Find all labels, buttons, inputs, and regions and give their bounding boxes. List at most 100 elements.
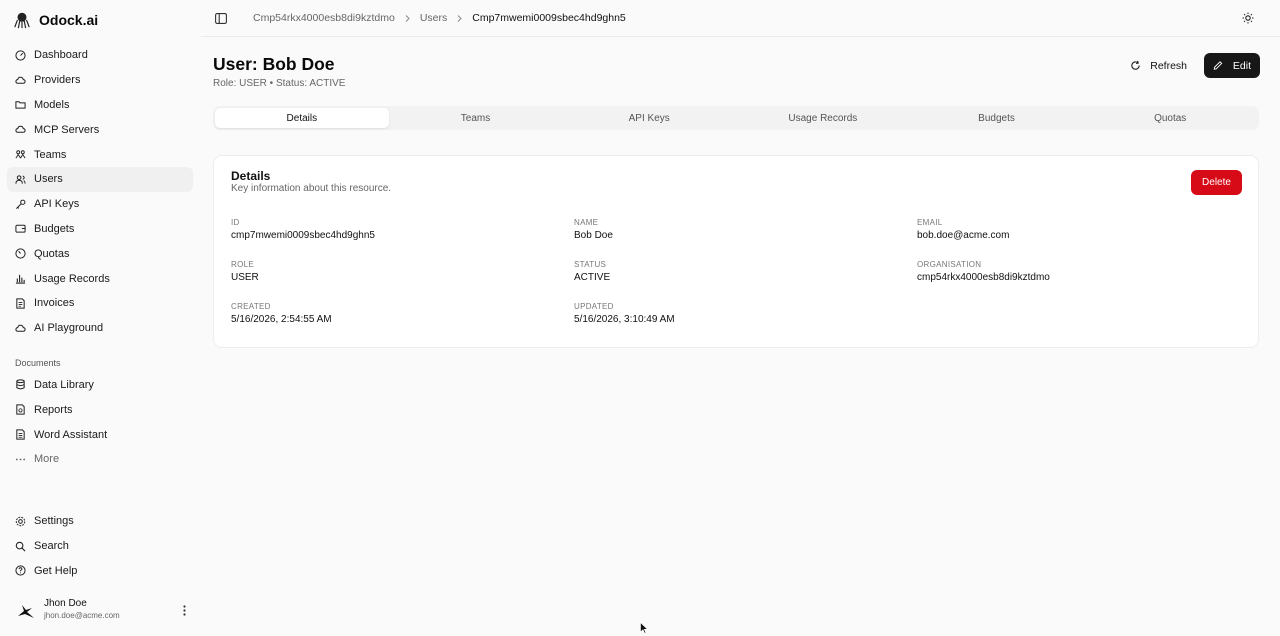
header-actions: Refresh Edit [1121, 53, 1260, 78]
tab-usage-records[interactable]: Usage Records [736, 108, 910, 128]
sidebar-item-label: Users [34, 173, 63, 186]
documents-nav: Data Library Reports Word Assistant More [0, 371, 200, 472]
field-value: 5/16/2026, 3:10:49 AM [574, 314, 675, 325]
page-title: User: Bob Doe [213, 54, 335, 74]
field-value: Bob Doe [574, 230, 613, 241]
sidebar-item-label: Providers [34, 74, 81, 87]
sidebar-item-label: Word Assistant [34, 428, 108, 441]
breadcrumb-current: Cmp7mwemi0009sbec4hd9ghn5 [472, 12, 626, 24]
sidebar-item-reports[interactable]: Reports [7, 397, 193, 422]
sidebar-item-invoices[interactable]: Invoices [7, 291, 193, 316]
field-organisation: ORGANISATION cmp54rkx4000esb8di9kztdmo [917, 260, 1050, 283]
field-label: STATUS [574, 260, 607, 269]
sidebar-item-label: Reports [34, 403, 73, 416]
field-label: ROLE [231, 260, 254, 269]
breadcrumb-org[interactable]: Cmp54rkx4000esb8di9kztdmo [253, 12, 395, 24]
sidebar-item-label: API Keys [34, 198, 80, 211]
delete-button[interactable]: Delete [1191, 170, 1242, 195]
user-email: jhon.doe@acme.com [44, 611, 120, 620]
field-value: ACTIVE [574, 272, 611, 283]
card-description: Key information about this resource. [231, 183, 392, 194]
sidebar-item-quotas[interactable]: Quotas [7, 241, 193, 266]
more-icon [15, 458, 26, 461]
sidebar-item-label: Usage Records [34, 272, 110, 285]
sidebar-item-usage-records[interactable]: Usage Records [7, 266, 193, 291]
field-id: ID cmp7mwemi0009sbec4hd9ghn5 [231, 218, 375, 241]
brand[interactable]: Odock.ai [0, 0, 200, 40]
refresh-button[interactable]: Refresh [1121, 53, 1196, 78]
sidebar-item-label: Settings [34, 515, 74, 528]
dashboard-icon [15, 50, 26, 61]
users-icon [15, 175, 26, 184]
playground-icon [15, 324, 26, 332]
sidebar-item-users[interactable]: Users [7, 166, 193, 192]
sidebar-item-settings[interactable]: Settings [7, 509, 193, 534]
breadcrumb: Cmp54rkx4000esb8di9kztdmo Users Cmp7mwem… [253, 12, 626, 24]
sidebar-item-api-keys[interactable]: API Keys [7, 192, 193, 217]
field-status: STATUS ACTIVE [574, 260, 610, 283]
tab-details[interactable]: Details [215, 108, 389, 128]
field-label: NAME [574, 218, 599, 227]
sidebar-item-teams[interactable]: Teams [7, 142, 193, 167]
field-name: NAME Bob Doe [574, 218, 613, 241]
mouse-cursor-icon [640, 622, 648, 634]
sidebar-item-word-assistant[interactable]: Word Assistant [7, 422, 193, 447]
user-menu[interactable]: Jhon Doe jhon.doe@acme.com [0, 594, 200, 626]
sidebar-item-dashboard[interactable]: Dashboard [7, 43, 193, 68]
sidebar-item-label: Search [34, 540, 69, 553]
sidebar-toggle-icon[interactable] [214, 11, 228, 25]
sidebar-item-label: Data Library [34, 378, 94, 391]
tab-bar: Details Teams API Keys Usage Records Bud… [213, 106, 1259, 130]
field-label: EMAIL [917, 218, 943, 227]
page-subtitle: Role: USER • Status: ACTIVE [213, 78, 346, 89]
tab-quotas[interactable]: Quotas [1083, 108, 1257, 128]
field-created: CREATED 5/16/2026, 2:54:55 AM [231, 302, 332, 325]
gear-icon [15, 516, 26, 527]
bar-chart-icon [15, 274, 26, 284]
brand-name: Odock.ai [39, 12, 99, 28]
pencil-icon [1213, 61, 1223, 70]
field-value: USER [231, 272, 259, 283]
sidebar-item-label: Invoices [34, 297, 75, 310]
report-icon [16, 404, 25, 415]
sidebar-item-label: Models [34, 98, 70, 111]
user-info: Jhon Doe jhon.doe@acme.com [44, 598, 120, 622]
sidebar-item-label: Quotas [34, 247, 70, 260]
field-label: ORGANISATION [917, 260, 982, 269]
main-content: Cmp54rkx4000esb8di9kztdmo Users Cmp7mwem… [201, 0, 1280, 636]
sidebar-item-models[interactable]: Models [7, 93, 193, 118]
sidebar-item-label: Dashboard [34, 49, 88, 62]
field-value: 5/16/2026, 2:54:55 AM [231, 314, 332, 325]
server-icon [15, 126, 26, 134]
sidebar-item-providers[interactable]: Providers [7, 68, 193, 93]
sidebar-item-label: Get Help [34, 564, 78, 577]
kebab-menu-icon[interactable] [177, 603, 191, 617]
refresh-label: Refresh [1150, 59, 1187, 72]
folder-icon [15, 101, 26, 110]
sun-icon[interactable] [1242, 12, 1254, 24]
help-icon [15, 565, 26, 577]
sidebar-item-label: Budgets [34, 222, 75, 235]
tab-teams[interactable]: Teams [389, 108, 563, 128]
sidebar-item-label: AI Playground [34, 322, 104, 335]
user-name: Jhon Doe [44, 598, 87, 609]
card-title: Details [231, 169, 271, 183]
bottom-nav: Settings Search Get Help [0, 509, 200, 583]
sidebar-item-ai-playground[interactable]: AI Playground [7, 316, 193, 341]
field-label: ID [231, 218, 240, 227]
refresh-icon [1131, 60, 1140, 70]
breadcrumb-users[interactable]: Users [420, 12, 447, 24]
sidebar-item-data-library[interactable]: Data Library [7, 373, 193, 398]
tab-api-keys[interactable]: API Keys [562, 108, 736, 128]
wallet-icon [15, 225, 26, 234]
teams-icon [15, 150, 26, 159]
sidebar-item-budgets[interactable]: Budgets [7, 217, 193, 242]
edit-button[interactable]: Edit [1204, 53, 1260, 78]
octopus-logo-icon [14, 12, 30, 29]
sidebar-item-search[interactable]: Search [7, 534, 193, 559]
tab-budgets[interactable]: Budgets [910, 108, 1084, 128]
sidebar-item-mcp-servers[interactable]: MCP Servers [7, 117, 193, 142]
sidebar-item-get-help[interactable]: Get Help [7, 559, 193, 584]
avatar [18, 605, 34, 618]
sidebar-item-more[interactable]: More [7, 447, 193, 472]
